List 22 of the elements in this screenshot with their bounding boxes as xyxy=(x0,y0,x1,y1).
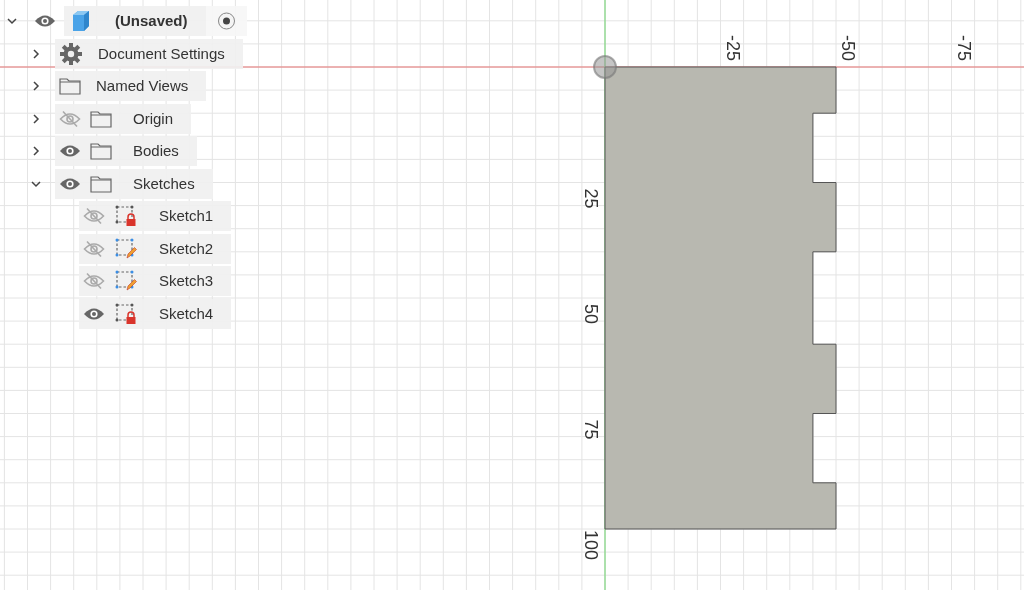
eye-icon[interactable] xyxy=(83,306,105,321)
hidden-eye-icon[interactable] xyxy=(83,272,105,291)
folder-icon xyxy=(90,109,112,128)
folder-icon xyxy=(59,77,81,96)
axis-label: -50 xyxy=(838,35,858,61)
folder-icon xyxy=(90,142,112,161)
axis-label: -25 xyxy=(722,35,743,61)
hidden-eye-icon[interactable] xyxy=(83,239,105,258)
eye-icon[interactable] xyxy=(59,144,81,159)
axis-label: 25 xyxy=(581,188,601,209)
activate-radio[interactable] xyxy=(205,6,247,37)
folder-icon xyxy=(90,174,112,193)
hidden-eye-icon[interactable] xyxy=(83,207,105,226)
axis-label: 100 xyxy=(581,530,601,560)
axis-label: 50 xyxy=(581,304,601,324)
gear-icon xyxy=(59,41,83,66)
eye-icon[interactable] xyxy=(59,176,81,191)
axis-label: -75 xyxy=(953,35,974,61)
eye-icon[interactable] xyxy=(34,14,56,29)
axis-label: 75 xyxy=(581,419,601,440)
origin-icon[interactable] xyxy=(593,55,617,79)
hidden-eye-icon[interactable] xyxy=(59,109,81,128)
